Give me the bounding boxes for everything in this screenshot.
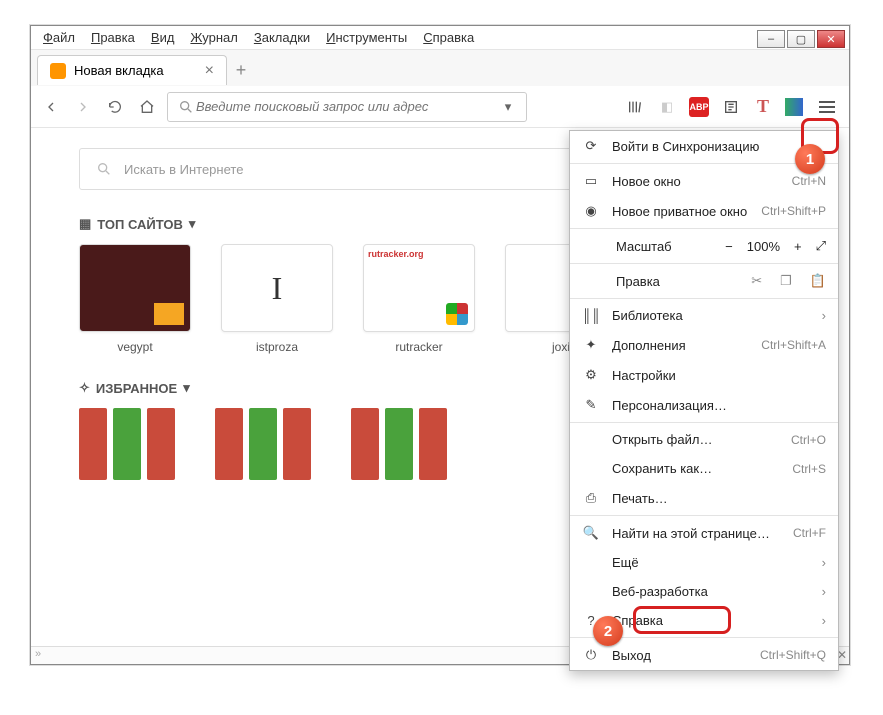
tile-istproza[interactable]: istproza [221,244,333,354]
mask-icon: ◉ [582,203,600,219]
menu-webdev[interactable]: Веб-разработка› [570,577,838,606]
menu-find[interactable]: 🔍Найти на этой странице…Ctrl+F [570,518,838,548]
library-icon: ║║ [582,308,600,323]
menu-zoom: Масштаб − 100% + ⤢ [570,231,838,261]
thumb [363,244,475,332]
menu-view[interactable]: Вид [143,27,183,48]
power-icon: ⏻ [582,647,600,663]
fullscreen-button[interactable]: ⤢ [816,238,826,254]
new-tab-button[interactable]: + [227,56,255,84]
window-controls: – ▢ ✕ [757,30,845,48]
tabstrip: Новая вкладка × + [31,50,849,86]
callout-2: 2 [593,616,623,646]
menu-edit[interactable]: Правка [83,27,143,48]
menubar: Файл Правка Вид Журнал Закладки Инструме… [31,26,849,50]
text-icon[interactable]: T [753,97,773,117]
paste-icon[interactable]: 📋 [810,273,826,289]
fav-item[interactable] [79,408,175,480]
tab-close-button[interactable]: × [205,63,214,79]
browser-window: – ▢ ✕ Файл Правка Вид Журнал Закладки Ин… [30,25,850,665]
reader-icon[interactable] [721,97,741,117]
sync-icon: ⟳ [582,138,600,154]
chevron-down-icon: ▾ [189,216,196,232]
tile-rutracker[interactable]: rutracker [363,244,475,354]
menu-bookmarks[interactable]: Закладки [246,27,318,48]
reload-button[interactable] [105,97,125,117]
app-menu-button[interactable] [815,95,839,119]
toolbar: ▾ ◧ ABP T [31,86,849,128]
cut-icon[interactable]: ✂ [751,273,762,289]
menu-print[interactable]: ⎙Печать… [570,483,838,513]
fav-item[interactable] [215,408,311,480]
menu-new-private[interactable]: ◉Новое приватное окноCtrl+Shift+P [570,196,838,226]
search-icon [176,97,196,117]
search-web-placeholder: Искать в Интернете [124,162,243,177]
app-menu: ⟳Войти в Синхронизацию ▭Новое окноCtrl+N… [569,130,839,671]
tab-title: Новая вкладка [74,63,164,78]
menu-new-window[interactable]: ▭Новое окноCtrl+N [570,166,838,196]
menu-file[interactable]: Файл [35,27,83,48]
thumb [221,244,333,332]
minimize-button[interactable]: – [757,30,785,48]
menu-customize[interactable]: ✎Персонализация… [570,390,838,420]
gear-icon: ⚙ [582,367,600,383]
menu-more[interactable]: Ещё› [570,548,838,577]
sparkle-icon: ✧ [79,380,90,396]
dropdown-icon[interactable]: ▾ [498,97,518,117]
menu-history[interactable]: Журнал [182,27,245,48]
forward-button[interactable] [73,97,93,117]
chevron-down-icon: ▾ [183,380,190,396]
maximize-button[interactable]: ▢ [787,30,815,48]
thumb [79,244,191,332]
tile-vegypt[interactable]: vegypt [79,244,191,354]
sidebar-icon[interactable]: ◧ [657,97,677,117]
chevron-right-icon: › [822,308,826,323]
copy-icon[interactable]: ❐ [780,273,792,289]
close-window-button[interactable]: ✕ [817,30,845,48]
addons-icon: ✦ [582,337,600,353]
chevron-right-icon: › [822,584,826,599]
adblock-icon[interactable]: ABP [689,97,709,117]
menu-save-as[interactable]: Сохранить как…Ctrl+S [570,454,838,483]
menu-settings[interactable]: ⚙Настройки [570,360,838,390]
menu-library[interactable]: ║║Библиотека› [570,301,838,330]
zoom-out-button[interactable]: − [725,239,733,254]
menu-tools[interactable]: Инструменты [318,27,415,48]
zoom-in-button[interactable]: + [794,239,802,254]
chevron-right-icon: › [822,613,826,628]
fav-item[interactable] [351,408,447,480]
brush-icon: ✎ [582,397,600,413]
zoom-value: 100% [747,239,780,254]
print-icon: ⎙ [582,490,600,506]
urlbar-input[interactable] [196,99,498,114]
library-icon[interactable] [625,97,645,117]
chevron-right-icon: › [822,555,826,570]
ext-icon[interactable] [785,98,803,116]
menu-edit-row: Правка ✂ ❐ 📋 [570,266,838,296]
home-button[interactable] [137,97,157,117]
search-icon [94,159,114,179]
menu-open-file[interactable]: Открыть файл…Ctrl+O [570,425,838,454]
menu-addons[interactable]: ✦ДополненияCtrl+Shift+A [570,330,838,360]
back-button[interactable] [41,97,61,117]
firefox-icon [50,63,66,79]
callout-1: 1 [795,144,825,174]
menu-help[interactable]: Справка [415,27,482,48]
overflow-icon[interactable]: » [35,648,41,660]
grid-icon: ▦ [79,216,91,232]
find-icon: 🔍 [582,525,600,541]
window-icon: ▭ [582,173,600,189]
tab-new[interactable]: Новая вкладка × [37,55,227,85]
urlbar[interactable]: ▾ [167,92,527,122]
